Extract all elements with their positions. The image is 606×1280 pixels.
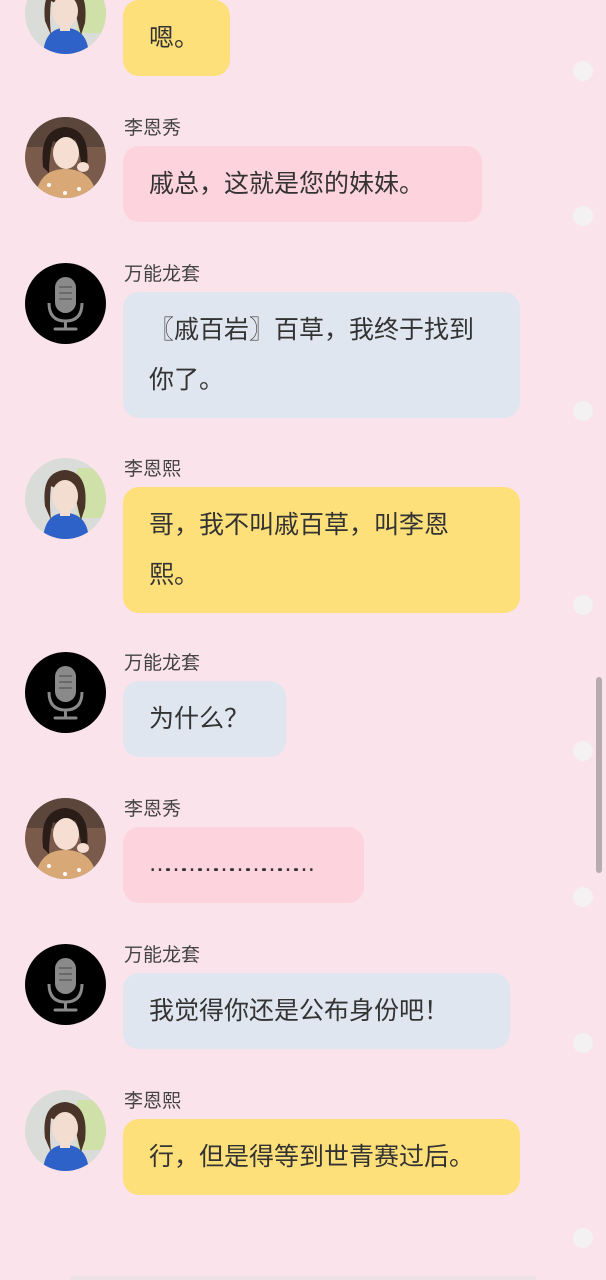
message-row: 李恩秀 戚总，这就是您的妹妹。 (0, 113, 606, 223)
message-row: 嗯。 (0, 0, 606, 83)
message-bubble[interactable]: 哥，我不叫戚百草，叫李恩熙。 (123, 487, 520, 613)
message-bubble[interactable]: 嗯。 (123, 0, 230, 76)
message-dot[interactable] (573, 595, 593, 615)
girl-blue-shirt-avatar-icon (25, 1090, 106, 1171)
bottom-bar-edge (70, 1276, 536, 1280)
avatar-microphone[interactable] (25, 652, 106, 733)
message-bubble[interactable]: ………………………… (123, 827, 364, 903)
message-dot[interactable] (573, 887, 593, 907)
message-bubble[interactable]: 我觉得你还是公布身份吧！ (123, 973, 510, 1049)
avatar-girl-blue-shirt[interactable] (25, 0, 106, 54)
message-bubble[interactable]: 〖戚百岩〗百草，我终于找到你了。 (123, 292, 520, 418)
message-dot[interactable] (573, 401, 593, 421)
message-row: 李恩熙 行，但是得等到世青赛过后。 (0, 1086, 606, 1246)
avatar-girl-orange-sweater[interactable] (25, 117, 106, 198)
message-bubble[interactable]: 为什么？ (123, 681, 286, 757)
girl-blue-shirt-avatar-icon (25, 458, 106, 539)
microphone-icon (25, 944, 106, 1025)
microphone-icon (25, 652, 106, 733)
chat-thread[interactable]: 嗯。 李恩秀 戚总，这就是您的妹妹。 万能龙套 〖戚百岩〗百草，我终于找到你了。… (0, 0, 606, 1280)
message-dot[interactable] (573, 206, 593, 226)
sender-name: 万能龙套 (124, 652, 201, 674)
girl-blue-shirt-avatar-icon (25, 0, 106, 54)
message-row: 李恩熙 哥，我不叫戚百草，叫李恩熙。 (0, 454, 606, 614)
message-row: 万能龙套 我觉得你还是公布身份吧！ (0, 940, 606, 1050)
sender-name: 万能龙套 (124, 944, 201, 966)
message-dot[interactable] (573, 1033, 593, 1053)
message-row: 万能龙套 为什么？ (0, 648, 606, 758)
avatar-microphone[interactable] (25, 263, 106, 344)
avatar-girl-orange-sweater[interactable] (25, 798, 106, 879)
sender-name: 李恩秀 (124, 117, 182, 139)
avatar-girl-blue-shirt[interactable] (25, 1090, 106, 1171)
message-row: 万能龙套 〖戚百岩〗百草，我终于找到你了。 (0, 259, 606, 419)
message-row: 李恩秀 ………………………… (0, 794, 606, 904)
microphone-icon (25, 263, 106, 344)
message-bubble[interactable]: 行，但是得等到世青赛过后。 (123, 1119, 520, 1195)
scrollbar[interactable] (596, 677, 602, 873)
avatar-girl-blue-shirt[interactable] (25, 458, 106, 539)
message-dot[interactable] (573, 741, 593, 761)
sender-name: 李恩熙 (124, 458, 182, 480)
sender-name: 李恩熙 (124, 1090, 182, 1112)
girl-orange-sweater-avatar-icon (25, 117, 106, 198)
girl-orange-sweater-avatar-icon (25, 798, 106, 879)
sender-name: 李恩秀 (124, 798, 182, 820)
message-dot[interactable] (573, 1228, 593, 1248)
sender-name: 万能龙套 (124, 263, 201, 285)
avatar-microphone[interactable] (25, 944, 106, 1025)
message-dot[interactable] (573, 61, 593, 81)
message-bubble[interactable]: 戚总，这就是您的妹妹。 (123, 146, 482, 222)
